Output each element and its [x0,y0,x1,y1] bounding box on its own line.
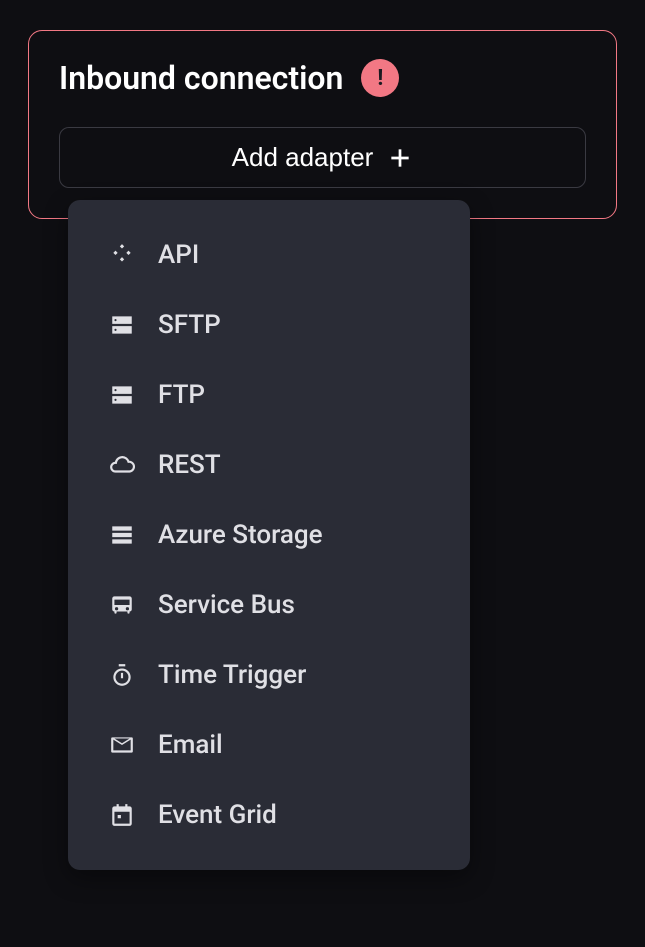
storage-icon [108,381,136,409]
add-adapter-label: Add adapter [232,142,374,173]
menu-item-label: API [158,240,199,270]
menu-item-label: Azure Storage [158,520,323,550]
adapter-dropdown: API SFTP FTP REST Azure Storage Service … [68,200,470,870]
server-icon [108,521,136,549]
api-icon [108,241,136,269]
bus-icon [108,591,136,619]
menu-item-ftp[interactable]: FTP [68,360,470,430]
menu-item-api[interactable]: API [68,220,470,290]
email-icon [108,731,136,759]
menu-item-label: Email [158,730,223,760]
storage-icon [108,311,136,339]
timer-icon [108,661,136,689]
card-header: Inbound connection ! [59,59,586,97]
menu-item-sftp[interactable]: SFTP [68,290,470,360]
alert-symbol: ! [377,66,383,91]
menu-item-event-grid[interactable]: Event Grid [68,780,470,850]
calendar-icon [108,801,136,829]
menu-item-time-trigger[interactable]: Time Trigger [68,640,470,710]
menu-item-label: REST [158,450,221,480]
alert-icon: ! [361,59,399,97]
add-adapter-button[interactable]: Add adapter [59,127,586,188]
menu-item-email[interactable]: Email [68,710,470,780]
menu-item-label: FTP [158,380,205,410]
menu-item-label: SFTP [158,310,221,340]
menu-item-label: Time Trigger [158,660,306,690]
menu-item-azure-storage[interactable]: Azure Storage [68,500,470,570]
menu-item-label: Event Grid [158,800,277,830]
card-title: Inbound connection [59,59,343,97]
menu-item-service-bus[interactable]: Service Bus [68,570,470,640]
menu-item-rest[interactable]: REST [68,430,470,500]
menu-item-label: Service Bus [158,590,295,620]
inbound-connection-card: Inbound connection ! Add adapter [28,30,617,219]
plus-icon [387,145,413,171]
cloud-icon [108,451,136,479]
